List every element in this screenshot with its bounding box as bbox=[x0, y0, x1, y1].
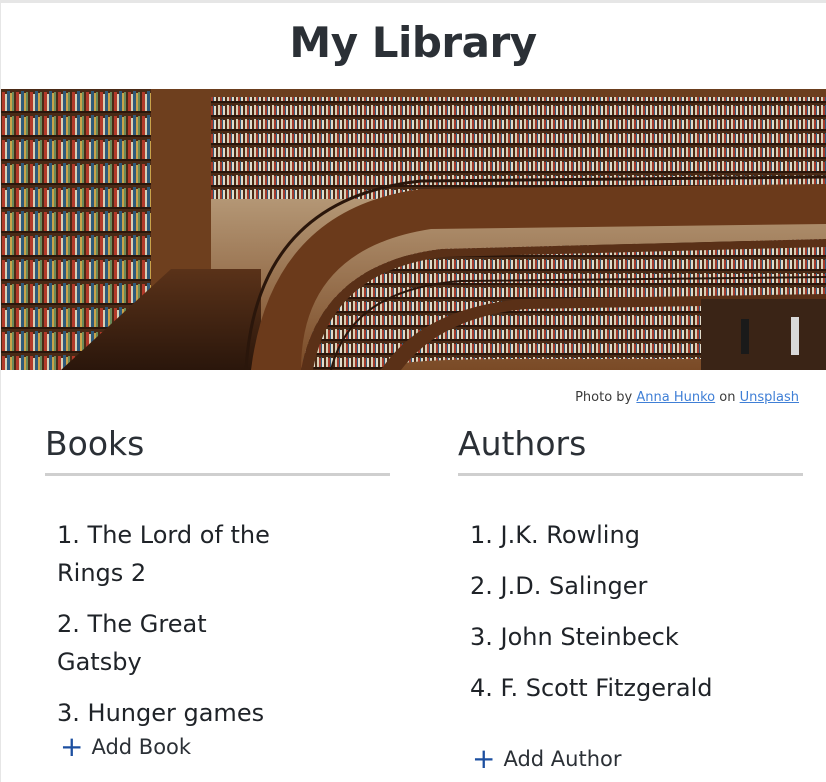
plus-icon: + bbox=[472, 742, 496, 775]
plus-icon: + bbox=[60, 730, 84, 763]
credit-middle: on bbox=[719, 390, 736, 405]
credit-prefix: Photo by bbox=[575, 390, 633, 405]
photo-credit: Photo by Anna Hunko on Unsplash bbox=[575, 390, 799, 405]
add-book-button[interactable]: + Add Book bbox=[60, 733, 191, 761]
books-heading: Books bbox=[45, 424, 390, 476]
page-title: My Library bbox=[289, 18, 537, 67]
authors-list: 1. J.K. Rowling 2. J.D. Salinger 3. John… bbox=[458, 516, 803, 707]
credit-author-link[interactable]: Anna Hunko bbox=[636, 390, 715, 405]
add-book-label: Add Book bbox=[91, 735, 192, 759]
authors-section: Authors 1. J.K. Rowling 2. J.D. Salinger… bbox=[458, 424, 803, 720]
authors-heading: Authors bbox=[458, 424, 803, 476]
add-author-label: Add Author bbox=[503, 747, 622, 771]
list-item[interactable]: 3. John Steinbeck bbox=[470, 618, 803, 656]
credit-site-link[interactable]: Unsplash bbox=[740, 390, 799, 405]
list-item[interactable]: 2. J.D. Salinger bbox=[470, 567, 803, 605]
list-item[interactable]: 1. J.K. Rowling bbox=[470, 516, 803, 554]
list-item[interactable]: 2. The Great Gatsby bbox=[57, 605, 287, 681]
list-item[interactable]: 4. F. Scott Fitzgerald bbox=[470, 669, 803, 707]
books-section: Books 1. The Lord of the Rings 2 2. The … bbox=[45, 424, 390, 745]
hero-image bbox=[1, 89, 826, 370]
list-item[interactable]: 3. Hunger games bbox=[57, 694, 287, 732]
books-list: 1. The Lord of the Rings 2 2. The Great … bbox=[45, 516, 390, 732]
add-author-button[interactable]: + Add Author bbox=[472, 745, 622, 773]
list-item[interactable]: 1. The Lord of the Rings 2 bbox=[57, 516, 287, 592]
